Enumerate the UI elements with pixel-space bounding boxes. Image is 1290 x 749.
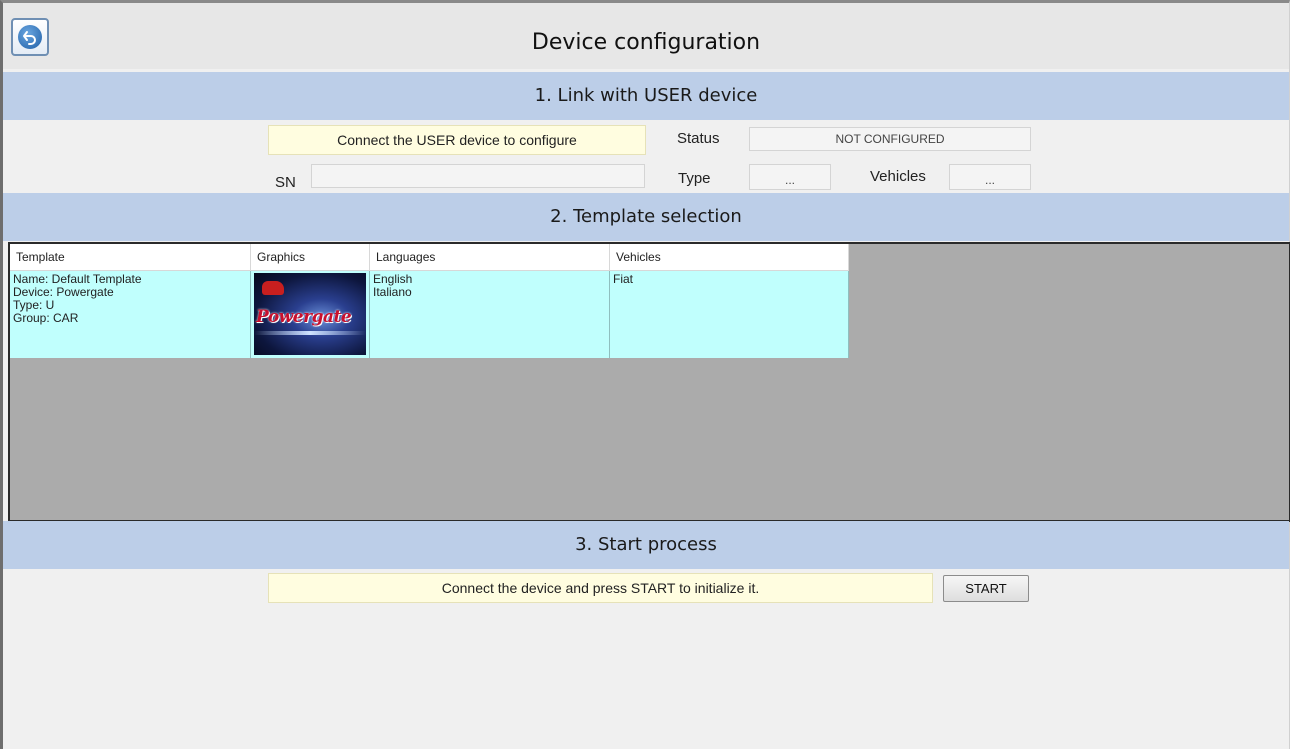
powergate-thumbnail: Powergate	[254, 273, 366, 355]
vehicles-cell: Fiat	[610, 271, 849, 358]
template-cell: Name: Default Template Device: Powergate…	[10, 271, 251, 358]
graphics-cell: Powergate	[251, 271, 370, 358]
column-header-graphics[interactable]: Graphics	[251, 244, 370, 271]
template-group: Group: CAR	[13, 311, 79, 325]
section-link-user-device-header: 1. Link with USER device	[3, 72, 1289, 120]
language-item: Italiano	[373, 285, 412, 299]
template-grid-header: Template Graphics Languages Vehicles	[10, 244, 849, 271]
car-icon	[262, 281, 284, 295]
template-grid[interactable]: Template Graphics Languages Vehicles Nam…	[8, 242, 1290, 522]
vehicles-field: ...	[949, 164, 1031, 190]
table-row[interactable]: Name: Default Template Device: Powergate…	[10, 271, 849, 358]
column-header-template[interactable]: Template	[10, 244, 251, 271]
vehicle-item: Fiat	[613, 272, 634, 286]
status-label: Status	[677, 130, 720, 147]
start-process-notice: Connect the device and press START to in…	[268, 573, 933, 603]
back-button[interactable]	[11, 18, 49, 56]
section-template-selection-header: 2. Template selection	[3, 193, 1289, 241]
section-start-process-header: 3. Start process	[3, 521, 1289, 569]
type-label: Type	[678, 170, 711, 187]
vehicles-label: Vehicles	[870, 168, 926, 185]
start-button[interactable]: START	[943, 575, 1029, 602]
column-header-languages[interactable]: Languages	[370, 244, 610, 271]
title-bar: Device configuration	[3, 3, 1289, 69]
powergate-logo-text: Powergate	[256, 307, 352, 327]
status-field: NOT CONFIGURED	[749, 127, 1031, 151]
sn-label: SN	[275, 174, 296, 191]
swoosh-decoration	[254, 331, 366, 335]
page-title: Device configuration	[531, 30, 761, 55]
type-field: ...	[749, 164, 831, 190]
back-arrow-icon	[18, 25, 42, 49]
sn-field	[311, 164, 645, 188]
connect-user-device-notice: Connect the USER device to configure	[268, 125, 646, 155]
device-configuration-window: Device configuration 1. Link with USER d…	[0, 0, 1290, 749]
column-header-vehicles[interactable]: Vehicles	[610, 244, 849, 271]
languages-cell: English Italiano	[370, 271, 610, 358]
